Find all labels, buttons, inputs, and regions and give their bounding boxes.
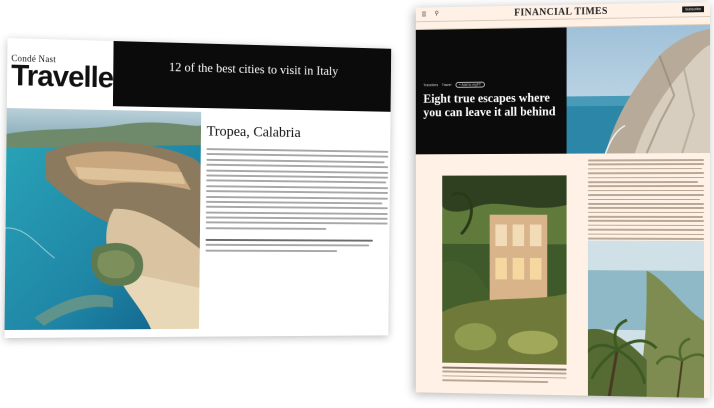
add-to-myft-button[interactable]: + Add to myFT [454,81,485,88]
ft-tag-travellers[interactable]: Travellers [423,83,438,87]
cnt-article-heading: Tropea, Calabria [206,123,301,141]
ft-article-title: Eight true escapes where you can leave i… [423,90,556,120]
ft-hero-text-panel: Travellers Travel + Add to myFT Eight tr… [415,27,567,155]
ft-hero: Travellers Travel + Add to myFT Eight tr… [415,25,710,155]
subscribe-button[interactable]: Subscribe [682,6,705,13]
cnt-logo-big: Traveller [10,59,124,95]
cliff-sea-photo [566,25,710,154]
ft-tags: Travellers Travel + Add to myFT [423,81,560,88]
cnt-hero-title[interactable]: 12 of the best cities to visit in Italy [113,58,391,81]
ft-nav-item[interactable] [426,24,427,27]
cnt-paragraph-2 [205,238,387,252]
tropea-aerial-photo [4,108,202,331]
ft-paragraph-1 [587,159,705,247]
comparison-stage: Condé Nast Traveller 12 of the best citi… [0,0,714,408]
ft-nav-item[interactable] [421,24,422,27]
cnt-hero-byline [113,88,391,98]
financial-times-page: ☰ ⚲ FINANCIAL TIMES Subscribe Travellers… [415,2,710,398]
ft-paragraph-2 [442,366,567,386]
cnt-hero-banner: 12 of the best cities to visit in Italy [112,41,392,112]
ft-article-body [416,153,710,398]
cnt-logo[interactable]: Condé Nast Traveller [10,53,124,95]
ft-article-dek [423,125,560,131]
ft-tag-travel[interactable]: Travel [442,83,451,87]
cnt-photo-caption [6,332,7,337]
ft-nav-item[interactable] [431,24,432,27]
palm-coast-photo [587,240,705,398]
cnt-article-body: Tropea, Calabria [205,123,389,255]
conde-nast-traveller-page: Condé Nast Traveller 12 of the best citi… [4,38,392,339]
garden-villa-photo [442,175,567,365]
cnt-paragraph-1 [205,148,389,230]
